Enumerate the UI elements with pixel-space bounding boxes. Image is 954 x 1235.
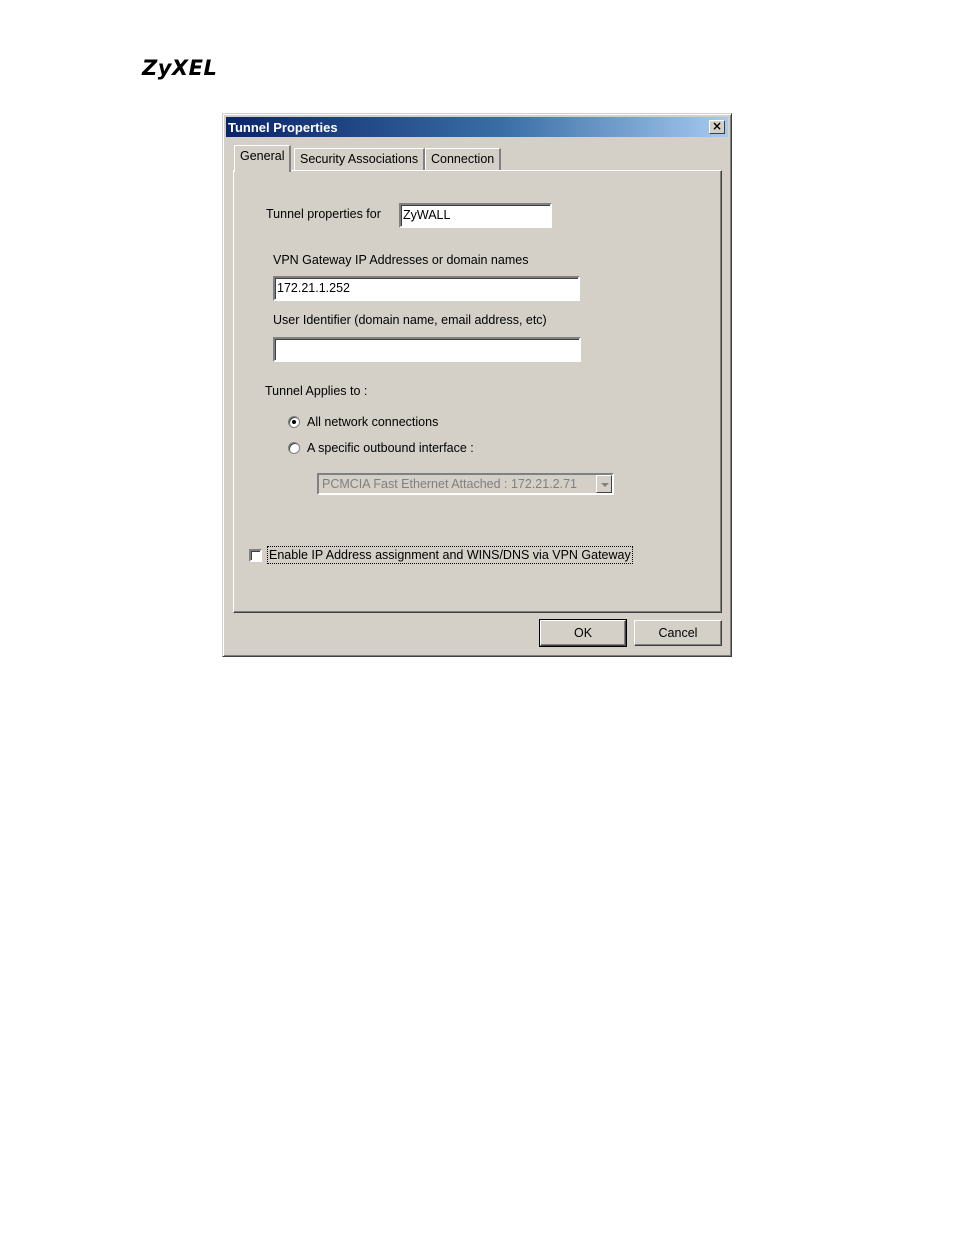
tab-security-associations-label: Security Associations — [300, 152, 419, 166]
close-icon: × — [711, 119, 723, 133]
tab-general-label: General — [240, 149, 285, 163]
user-identifier-label: User Identifier (domain name, email addr… — [273, 313, 547, 327]
specific-interface-label[interactable]: A specific outbound interface : — [307, 441, 474, 455]
tab-security-associations[interactable]: Security Associations — [294, 148, 426, 170]
vpn-gateway-label: VPN Gateway IP Addresses or domain names — [273, 253, 529, 267]
zyxel-logo: ZyXEL — [142, 56, 218, 80]
radio-selected-dot — [292, 420, 296, 424]
ok-button[interactable]: OK — [539, 619, 627, 647]
interface-select-value: PCMCIA Fast Ethernet Attached : 172.21.2… — [322, 477, 578, 491]
specific-interface-radio[interactable] — [288, 442, 300, 454]
dialog-title: Tunnel Properties — [228, 120, 338, 135]
tab-connection-label: Connection — [431, 152, 495, 166]
tab-connection[interactable]: Connection — [425, 148, 502, 170]
interface-select: PCMCIA Fast Ethernet Attached : 172.21.2… — [317, 473, 614, 495]
cancel-button[interactable]: Cancel — [634, 620, 722, 646]
general-tab-panel: Tunnel properties for ZyWALL VPN Gateway… — [233, 170, 722, 613]
tunnel-applies-label: Tunnel Applies to : — [265, 384, 368, 398]
all-connections-label[interactable]: All network connections — [307, 415, 438, 429]
chevron-down-icon — [596, 475, 612, 493]
tab-general[interactable]: General — [234, 145, 292, 172]
tunnel-properties-label: Tunnel properties for — [266, 207, 381, 221]
tunnel-name-field[interactable]: ZyWALL — [399, 203, 552, 228]
close-button[interactable]: × — [709, 120, 725, 134]
enable-ip-assignment-label[interactable]: Enable IP Address assignment and WINS/DN… — [267, 546, 633, 564]
enable-ip-assignment-checkbox[interactable] — [249, 549, 262, 562]
all-connections-radio[interactable] — [288, 416, 300, 428]
title-bar: Tunnel Properties × — [226, 117, 728, 137]
user-identifier-field[interactable] — [273, 337, 581, 362]
vpn-gateway-field[interactable]: 172.21.1.252 — [273, 276, 580, 301]
tunnel-properties-dialog: Tunnel Properties × General Security Ass… — [222, 113, 732, 657]
